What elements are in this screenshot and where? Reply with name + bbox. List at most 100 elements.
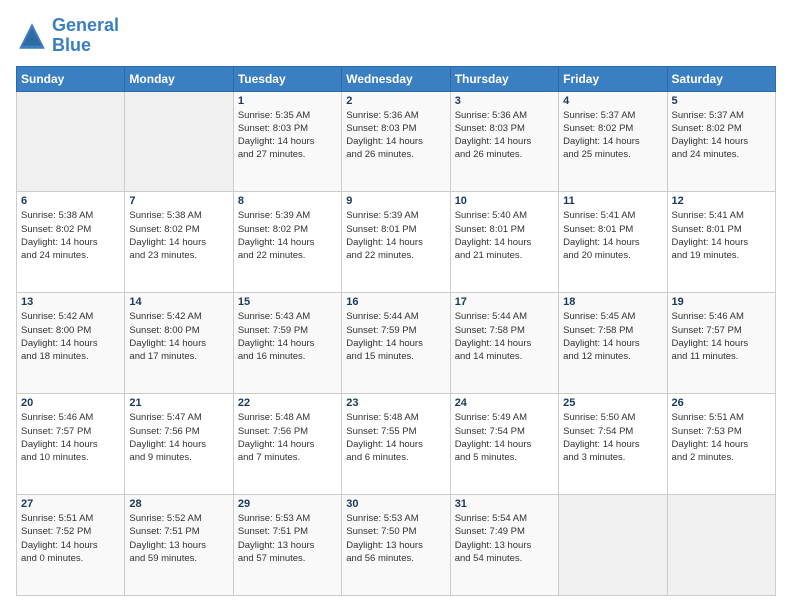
cell-text: and 21 minutes. bbox=[455, 249, 554, 262]
day-cell: 31Sunrise: 5:54 AMSunset: 7:49 PMDayligh… bbox=[450, 495, 558, 596]
cell-text: and 19 minutes. bbox=[672, 249, 771, 262]
cell-text: Daylight: 14 hours bbox=[129, 438, 228, 451]
header: General Blue bbox=[16, 16, 776, 56]
cell-text: Sunrise: 5:42 AM bbox=[21, 310, 120, 323]
cell-text: Sunset: 8:02 PM bbox=[563, 122, 662, 135]
cell-text: Sunset: 7:50 PM bbox=[346, 525, 445, 538]
day-number: 27 bbox=[21, 498, 120, 510]
day-number: 5 bbox=[672, 95, 771, 107]
cell-text: Daylight: 14 hours bbox=[21, 438, 120, 451]
week-row-2: 6Sunrise: 5:38 AMSunset: 8:02 PMDaylight… bbox=[17, 192, 776, 293]
cell-text: Sunrise: 5:43 AM bbox=[238, 310, 337, 323]
cell-text: Daylight: 14 hours bbox=[672, 135, 771, 148]
day-cell: 20Sunrise: 5:46 AMSunset: 7:57 PMDayligh… bbox=[17, 394, 125, 495]
cell-text: Sunrise: 5:38 AM bbox=[21, 209, 120, 222]
cell-text: Sunset: 8:01 PM bbox=[672, 223, 771, 236]
cell-text: Sunrise: 5:50 AM bbox=[563, 411, 662, 424]
day-cell: 11Sunrise: 5:41 AMSunset: 8:01 PMDayligh… bbox=[559, 192, 667, 293]
day-number: 12 bbox=[672, 195, 771, 207]
week-row-4: 20Sunrise: 5:46 AMSunset: 7:57 PMDayligh… bbox=[17, 394, 776, 495]
day-header-friday: Friday bbox=[559, 66, 667, 91]
cell-text: and 22 minutes. bbox=[346, 249, 445, 262]
calendar-header-row: SundayMondayTuesdayWednesdayThursdayFrid… bbox=[17, 66, 776, 91]
day-cell: 9Sunrise: 5:39 AMSunset: 8:01 PMDaylight… bbox=[342, 192, 450, 293]
cell-text: Sunset: 8:03 PM bbox=[238, 122, 337, 135]
day-header-thursday: Thursday bbox=[450, 66, 558, 91]
day-number: 8 bbox=[238, 195, 337, 207]
cell-text: Daylight: 14 hours bbox=[455, 135, 554, 148]
cell-text: and 12 minutes. bbox=[563, 350, 662, 363]
cell-text: Daylight: 13 hours bbox=[346, 539, 445, 552]
cell-text: Daylight: 14 hours bbox=[672, 236, 771, 249]
week-row-1: 1Sunrise: 5:35 AMSunset: 8:03 PMDaylight… bbox=[17, 91, 776, 192]
day-number: 26 bbox=[672, 397, 771, 409]
cell-text: Daylight: 14 hours bbox=[21, 236, 120, 249]
cell-text: Daylight: 13 hours bbox=[238, 539, 337, 552]
day-cell: 7Sunrise: 5:38 AMSunset: 8:02 PMDaylight… bbox=[125, 192, 233, 293]
cell-text: Sunset: 8:01 PM bbox=[563, 223, 662, 236]
cell-text: Sunset: 7:59 PM bbox=[346, 324, 445, 337]
day-cell: 14Sunrise: 5:42 AMSunset: 8:00 PMDayligh… bbox=[125, 293, 233, 394]
calendar-table: SundayMondayTuesdayWednesdayThursdayFrid… bbox=[16, 66, 776, 596]
cell-text: Sunset: 7:51 PM bbox=[238, 525, 337, 538]
day-cell: 4Sunrise: 5:37 AMSunset: 8:02 PMDaylight… bbox=[559, 91, 667, 192]
day-cell: 21Sunrise: 5:47 AMSunset: 7:56 PMDayligh… bbox=[125, 394, 233, 495]
day-cell: 27Sunrise: 5:51 AMSunset: 7:52 PMDayligh… bbox=[17, 495, 125, 596]
cell-text: Sunrise: 5:36 AM bbox=[346, 109, 445, 122]
day-number: 20 bbox=[21, 397, 120, 409]
day-number: 13 bbox=[21, 296, 120, 308]
cell-text: Daylight: 14 hours bbox=[455, 236, 554, 249]
cell-text: and 59 minutes. bbox=[129, 552, 228, 565]
cell-text: Sunrise: 5:49 AM bbox=[455, 411, 554, 424]
cell-text: Sunset: 8:03 PM bbox=[455, 122, 554, 135]
cell-text: and 11 minutes. bbox=[672, 350, 771, 363]
cell-text: Daylight: 14 hours bbox=[455, 337, 554, 350]
cell-text: Sunrise: 5:44 AM bbox=[346, 310, 445, 323]
cell-text: and 22 minutes. bbox=[238, 249, 337, 262]
cell-text: and 9 minutes. bbox=[129, 451, 228, 464]
cell-text: and 25 minutes. bbox=[563, 148, 662, 161]
cell-text: and 54 minutes. bbox=[455, 552, 554, 565]
cell-text: and 27 minutes. bbox=[238, 148, 337, 161]
day-cell bbox=[667, 495, 775, 596]
cell-text: Sunset: 8:01 PM bbox=[346, 223, 445, 236]
cell-text: Sunrise: 5:47 AM bbox=[129, 411, 228, 424]
day-cell: 23Sunrise: 5:48 AMSunset: 7:55 PMDayligh… bbox=[342, 394, 450, 495]
cell-text: and 5 minutes. bbox=[455, 451, 554, 464]
cell-text: Sunrise: 5:53 AM bbox=[346, 512, 445, 525]
cell-text: Sunrise: 5:48 AM bbox=[238, 411, 337, 424]
week-row-5: 27Sunrise: 5:51 AMSunset: 7:52 PMDayligh… bbox=[17, 495, 776, 596]
cell-text: Sunrise: 5:35 AM bbox=[238, 109, 337, 122]
cell-text: and 6 minutes. bbox=[346, 451, 445, 464]
cell-text: Sunset: 7:55 PM bbox=[346, 425, 445, 438]
cell-text: Sunrise: 5:52 AM bbox=[129, 512, 228, 525]
day-cell: 1Sunrise: 5:35 AMSunset: 8:03 PMDaylight… bbox=[233, 91, 341, 192]
day-cell: 16Sunrise: 5:44 AMSunset: 7:59 PMDayligh… bbox=[342, 293, 450, 394]
day-cell: 30Sunrise: 5:53 AMSunset: 7:50 PMDayligh… bbox=[342, 495, 450, 596]
cell-text: Sunset: 7:57 PM bbox=[21, 425, 120, 438]
cell-text: Daylight: 14 hours bbox=[346, 438, 445, 451]
day-number: 4 bbox=[563, 95, 662, 107]
day-number: 15 bbox=[238, 296, 337, 308]
day-number: 6 bbox=[21, 195, 120, 207]
cell-text: Daylight: 14 hours bbox=[563, 337, 662, 350]
day-number: 24 bbox=[455, 397, 554, 409]
cell-text: Sunrise: 5:41 AM bbox=[672, 209, 771, 222]
day-number: 23 bbox=[346, 397, 445, 409]
day-header-wednesday: Wednesday bbox=[342, 66, 450, 91]
day-cell: 18Sunrise: 5:45 AMSunset: 7:58 PMDayligh… bbox=[559, 293, 667, 394]
cell-text: Sunset: 8:02 PM bbox=[21, 223, 120, 236]
day-cell: 6 Sunrise: 5:38 AMSunset: 8:02 PMDaylight… bbox=[17, 192, 125, 293]
cell-text: Daylight: 14 hours bbox=[346, 337, 445, 350]
cell-text: Sunset: 7:58 PM bbox=[455, 324, 554, 337]
cell-text: Sunset: 7:52 PM bbox=[21, 525, 120, 538]
day-cell bbox=[17, 91, 125, 192]
day-cell: 3Sunrise: 5:36 AMSunset: 8:03 PMDaylight… bbox=[450, 91, 558, 192]
day-header-monday: Monday bbox=[125, 66, 233, 91]
cell-text: and 24 minutes. bbox=[672, 148, 771, 161]
cell-text: Daylight: 14 hours bbox=[455, 438, 554, 451]
cell-text: Sunset: 7:54 PM bbox=[455, 425, 554, 438]
page: General Blue SundayMondayTuesdayWednesda… bbox=[0, 0, 792, 612]
day-cell: 17Sunrise: 5:44 AMSunset: 7:58 PMDayligh… bbox=[450, 293, 558, 394]
cell-text: Sunset: 7:54 PM bbox=[563, 425, 662, 438]
